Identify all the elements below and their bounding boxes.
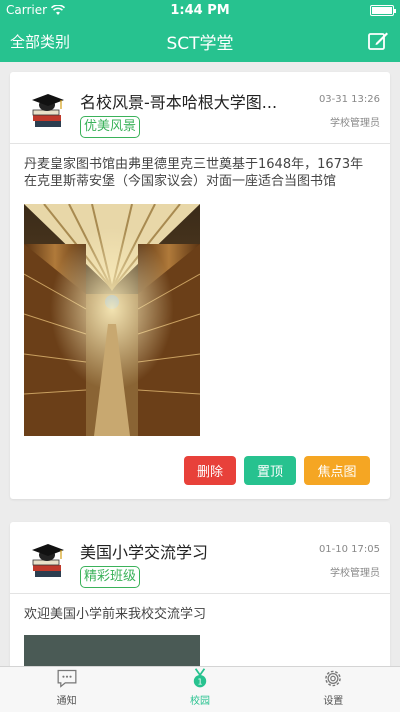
category-tag[interactable]: 精彩班级 — [80, 566, 141, 588]
tab-label: 校园 — [189, 696, 210, 707]
compose-icon[interactable] — [366, 29, 390, 53]
nav-bar: 全部类别 SCT学堂 — [0, 20, 400, 62]
post-author: 学校管理员 — [330, 118, 380, 129]
tab-campus[interactable]: 1 校园 — [133, 667, 266, 712]
library-photo[interactable] — [24, 204, 200, 436]
post-image-preview[interactable] — [24, 635, 200, 666]
status-bar: Carrier 1:44 PM — [0, 0, 400, 20]
post-actions: 删除 置顶 焦点图 — [24, 436, 376, 499]
tab-label: 通知 — [56, 696, 77, 707]
graduate-books-icon — [32, 94, 64, 127]
post-header: 名校风景-哥本哈根大学图... 优美风景 03-31 13:26 学校管理员 — [10, 72, 390, 144]
tab-bar: 通知 1 校园 设置 — [0, 666, 400, 712]
post-date: 01-10 17:05 — [318, 544, 380, 555]
medal-icon: 1 — [193, 668, 207, 688]
category-filter-button[interactable]: 全部类别 — [10, 31, 70, 52]
carrier-label: Carrier — [6, 3, 48, 17]
post-feed[interactable]: 名校风景-哥本哈根大学图... 优美风景 03-31 13:26 学校管理员 丹… — [0, 62, 400, 666]
post-body: 欢迎美国小学前来我校交流学习 — [24, 607, 207, 622]
wifi-icon — [51, 4, 66, 15]
gear-icon — [325, 670, 342, 687]
post-card[interactable]: 名校风景-哥本哈根大学图... 优美风景 03-31 13:26 学校管理员 丹… — [10, 72, 390, 499]
tab-notifications[interactable]: 通知 — [0, 667, 133, 712]
post-date: 03-31 13:26 — [318, 94, 380, 105]
graduate-books-icon — [32, 544, 64, 577]
delete-button[interactable]: 删除 — [184, 456, 236, 485]
post-author: 学校管理员 — [330, 568, 380, 579]
post-body: 丹麦皇家图书馆由弗里德里克三世奠基于1648年，1673年在克里斯蒂安堡（今国家… — [24, 157, 364, 189]
clock: 1:44 PM — [170, 2, 230, 18]
pin-button[interactable]: 置顶 — [244, 456, 296, 485]
post-title[interactable]: 美国小学交流学习 — [80, 539, 208, 563]
chat-bubble-icon — [57, 669, 77, 688]
page-title: SCT学堂 — [166, 33, 234, 54]
svg-text:1: 1 — [197, 677, 202, 686]
post-header: 美国小学交流学习 精彩班级 01-10 17:05 学校管理员 — [10, 522, 390, 594]
tab-label: 设置 — [323, 696, 344, 707]
category-tag[interactable]: 优美风景 — [80, 116, 141, 138]
featured-image-button[interactable]: 焦点图 — [304, 456, 370, 485]
post-card[interactable]: 美国小学交流学习 精彩班级 01-10 17:05 学校管理员 欢迎美国小学前来… — [10, 522, 390, 666]
battery-icon — [370, 4, 396, 16]
tab-settings[interactable]: 设置 — [267, 667, 400, 712]
post-title[interactable]: 名校风景-哥本哈根大学图... — [80, 89, 277, 113]
